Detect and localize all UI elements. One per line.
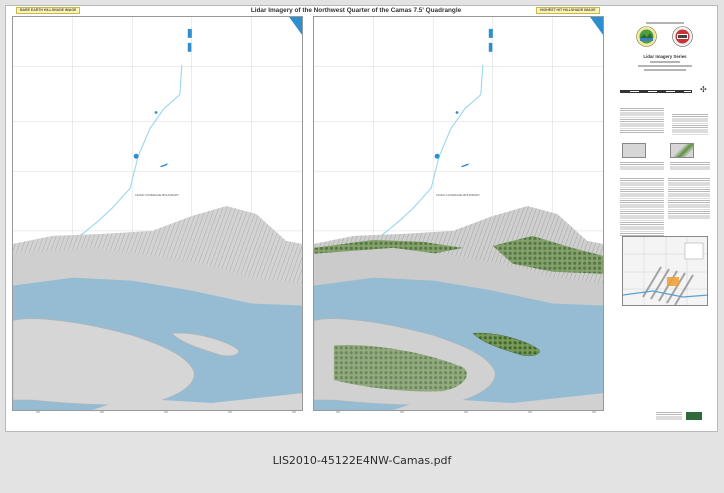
svg-text:LIDAR COVERAGE BOUNDARY: LIDAR COVERAGE BOUNDARY xyxy=(135,193,179,197)
series-title: Lidar Imagery Series xyxy=(643,54,687,59)
tick-label: 000 xyxy=(464,411,468,414)
tick-label: 000 xyxy=(164,411,168,414)
map-title: Lidar Imagery of the Northwest Quarter o… xyxy=(250,7,462,14)
credits-text xyxy=(656,412,682,420)
tick-label: 000 xyxy=(528,411,532,414)
tick-label: 000 xyxy=(400,411,404,414)
agency-seal-right xyxy=(672,26,693,47)
side-panel: Lidar Imagery Series ✣ xyxy=(616,18,714,428)
map-sheet: BARE EARTH HILLSHADE IMAGE Lidar Imagery… xyxy=(5,5,718,432)
bare-earth-panel-label: BARE EARTH HILLSHADE IMAGE xyxy=(16,7,81,14)
highest-hit-thumbnail xyxy=(670,143,694,158)
bare-earth-hillshade-map: LIDAR COVERAGE BOUNDARY xyxy=(12,16,303,411)
location-index-map xyxy=(622,236,708,306)
tick-label: 000 xyxy=(36,411,40,414)
file-name-caption: LIS2010-45122E4NW-Camas.pdf xyxy=(272,454,452,467)
text-block xyxy=(672,114,708,136)
highest-hit-hillshade-map: LIDAR COVERAGE BOUNDARY xyxy=(313,16,604,411)
agency-seal-left xyxy=(636,26,657,47)
dogami-logo xyxy=(686,412,702,420)
right-map-ticks: 000 000 000 000 000 xyxy=(336,411,596,414)
scale-bar xyxy=(620,90,692,93)
text-block xyxy=(620,178,664,236)
tick-label: 000 xyxy=(336,411,340,414)
text-block xyxy=(668,178,710,220)
tick-label: 000 xyxy=(100,411,104,414)
bare-earth-thumbnail xyxy=(622,143,646,158)
subtitle-line xyxy=(638,65,692,67)
left-map-ticks: 000 000 000 000 000 xyxy=(36,411,296,414)
agency-header-text xyxy=(646,22,684,24)
highest-hit-panel-label: HIGHEST HIT HILLSHADE IMAGE xyxy=(536,7,600,14)
tick-label: 000 xyxy=(228,411,232,414)
subtitle-line xyxy=(650,61,680,63)
subtitle-line xyxy=(644,69,686,71)
tick-label: 000 xyxy=(592,411,596,414)
text-block xyxy=(620,108,664,134)
svg-text:LIDAR COVERAGE BOUNDARY: LIDAR COVERAGE BOUNDARY xyxy=(436,193,480,197)
north-arrow-icon: ✣ xyxy=(700,85,707,94)
text-block xyxy=(620,162,664,170)
text-block xyxy=(670,162,710,170)
tick-label: 000 xyxy=(292,411,296,414)
